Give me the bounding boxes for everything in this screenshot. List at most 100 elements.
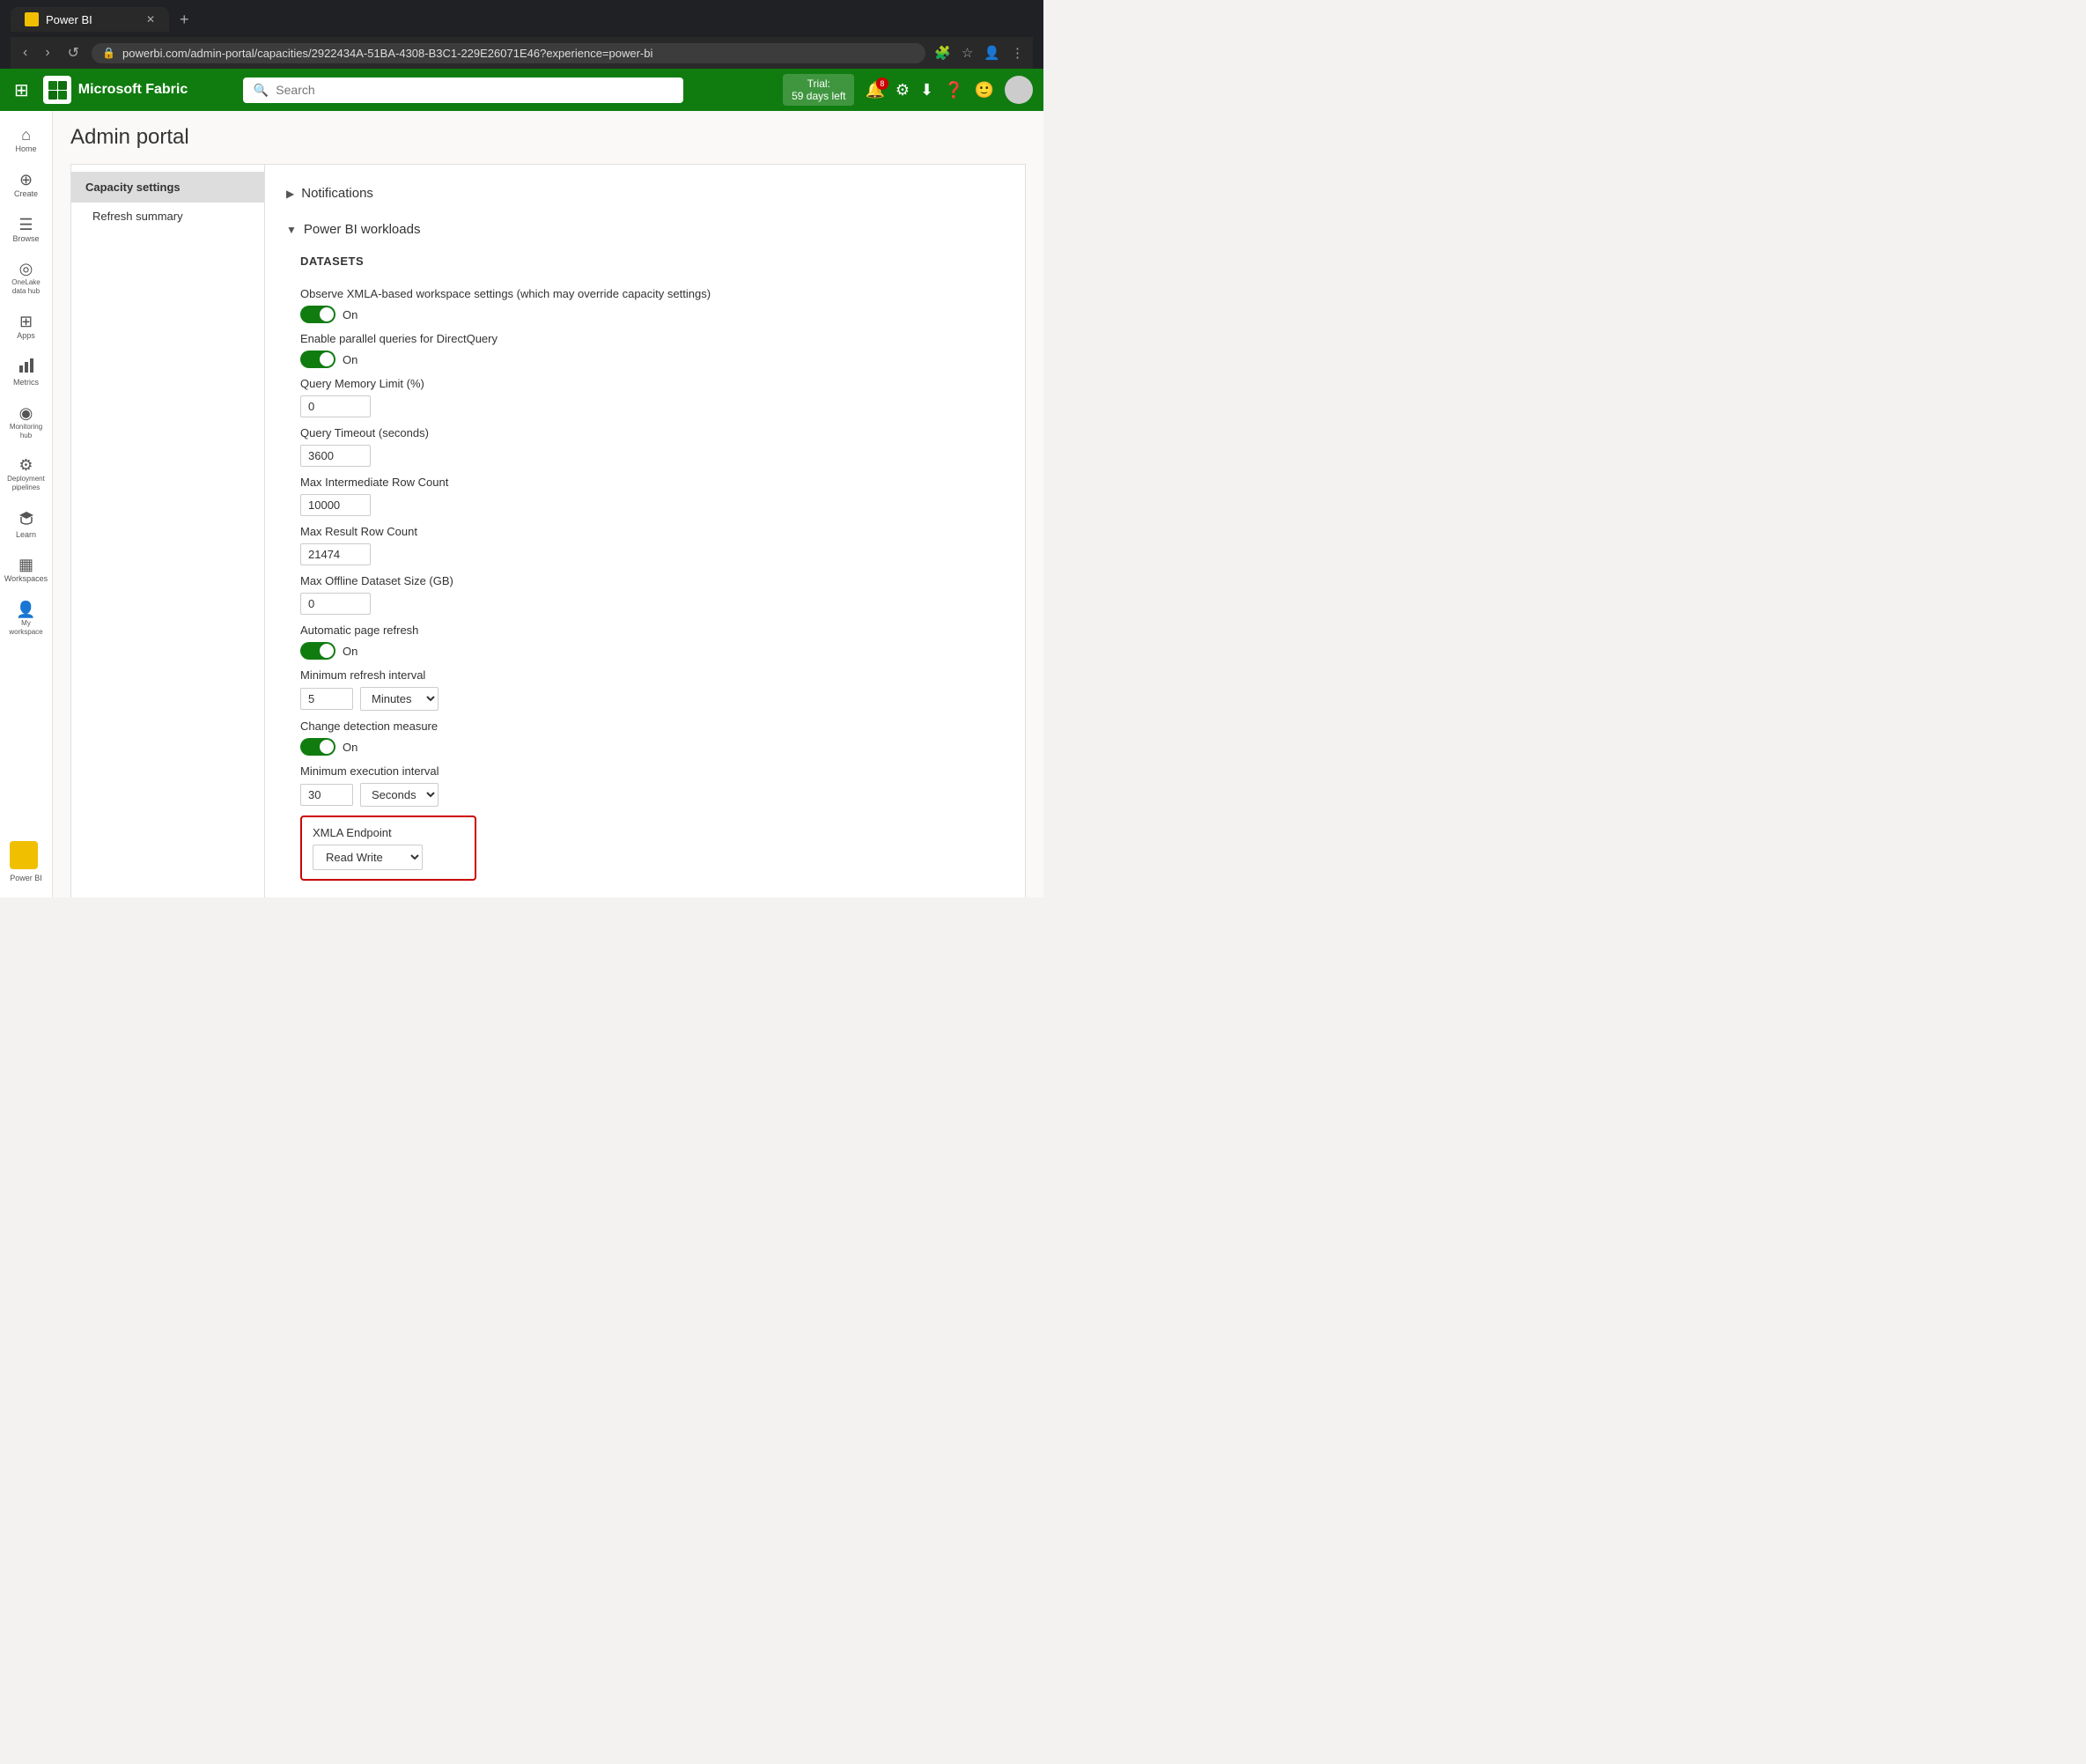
min-execution-unit-select[interactable]: Seconds Minutes [360, 783, 439, 807]
home-icon: ⌂ [21, 127, 31, 143]
workloads-arrow: ▼ [286, 224, 297, 236]
tab-favicon [25, 12, 39, 26]
app-layout: ⌂ Home ⊕ Create ☰ Browse ◎ OneLake data … [0, 111, 1043, 897]
apps-grid-icon[interactable]: ⊞ [11, 76, 33, 105]
powerbi-bottom: Power BI [6, 834, 46, 890]
sidebar-label-create: Create [14, 189, 38, 199]
settings-icon[interactable]: ⚙ [896, 81, 910, 100]
change-detection-toggle-label: On [343, 741, 357, 754]
query-timeout-label: Query Timeout (seconds) [300, 426, 990, 439]
max-result-input[interactable] [300, 543, 371, 565]
xmla-endpoint-select[interactable]: Off Read Only Read Write [313, 845, 423, 870]
user-avatar[interactable] [1005, 76, 1033, 104]
powerbi-icon[interactable] [10, 841, 38, 869]
workloads-section-header[interactable]: ▼ Power BI workloads [286, 215, 1004, 244]
refresh-button[interactable]: ↺ [63, 42, 85, 63]
extensions-icon[interactable]: 🧩 [932, 43, 953, 63]
nav-refresh-summary[interactable]: Refresh summary [71, 203, 264, 230]
close-tab-button[interactable]: ✕ [146, 13, 155, 26]
active-tab[interactable]: Power BI ✕ [11, 7, 169, 32]
download-icon[interactable]: ⬇ [920, 81, 933, 100]
paginated-reports-section: PAGINATED REPORTS Block Outbound Connect… [286, 888, 1004, 897]
forward-button[interactable]: › [40, 43, 55, 63]
datasets-section: DATASETS Observe XMLA-based workspace se… [286, 244, 1004, 888]
sidebar-item-workspaces[interactable]: ▦ Workspaces [4, 550, 49, 591]
parallel-queries-label: Enable parallel queries for DirectQuery [300, 332, 990, 345]
min-refresh-label: Minimum refresh interval [300, 668, 990, 682]
xmla-endpoint-box: XMLA Endpoint Off Read Only Read Write [300, 816, 476, 881]
address-bar[interactable]: 🔒 powerbi.com/admin-portal/capacities/29… [92, 43, 925, 63]
sidebar-label-workspaces: Workspaces [4, 574, 48, 584]
auto-page-refresh-label: Automatic page refresh [300, 624, 990, 637]
max-offline-input[interactable] [300, 593, 371, 615]
metrics-icon [18, 358, 34, 376]
sidebar-item-onelake[interactable]: ◎ OneLake data hub [4, 254, 49, 302]
admin-panel: Admin portal Capacity settings Refresh s… [53, 111, 1043, 897]
sidebar-label-powerbi: Power BI [10, 874, 42, 882]
search-input[interactable] [276, 83, 673, 97]
sidebar-item-apps[interactable]: ⊞ Apps [4, 306, 49, 348]
sidebar-item-browse[interactable]: ☰ Browse [4, 210, 49, 251]
datasets-header: DATASETS [286, 244, 1004, 275]
create-icon: ⊕ [19, 172, 33, 188]
sidebar-label-onelake: OneLake data hub [7, 278, 46, 295]
min-refresh-input[interactable] [300, 688, 353, 710]
parallel-queries-toggle[interactable] [300, 351, 335, 368]
change-detection-label: Change detection measure [300, 720, 990, 733]
max-intermediate-input[interactable] [300, 494, 371, 516]
xmla-workspace-label: Observe XMLA-based workspace settings (w… [300, 287, 990, 300]
help-icon[interactable]: ❓ [944, 81, 963, 100]
myworkspace-icon: 👤 [16, 602, 35, 617]
lock-icon: 🔒 [102, 47, 115, 59]
workloads-section: ▼ Power BI workloads DATASETS Observe XM… [286, 215, 1004, 897]
page-title: Admin portal [70, 125, 1026, 150]
browse-icon: ☰ [18, 217, 33, 232]
back-button[interactable]: ‹ [18, 43, 33, 63]
sidebar-item-metrics[interactable]: Metrics [4, 351, 49, 395]
smiley-icon[interactable]: 🙂 [975, 81, 994, 100]
max-offline-label: Max Offline Dataset Size (GB) [300, 574, 990, 587]
min-execution-input[interactable] [300, 784, 353, 806]
new-tab-button[interactable]: + [173, 11, 196, 29]
fabric-topbar: ⊞ Microsoft Fabric 🔍 Trial: 59 days left… [0, 69, 1043, 111]
sidebar: ⌂ Home ⊕ Create ☰ Browse ◎ OneLake data … [0, 111, 53, 897]
sidebar-item-home[interactable]: ⌂ Home [4, 120, 49, 161]
sidebar-item-myworkspace[interactable]: 👤 My workspace [4, 594, 49, 643]
fabric-logo[interactable]: Microsoft Fabric [43, 76, 188, 104]
query-timeout-input[interactable] [300, 445, 371, 467]
min-refresh-unit-select[interactable]: Minutes Seconds Hours [360, 687, 439, 711]
admin-body: Capacity settings Refresh summary ▶ Noti… [70, 164, 1026, 897]
notifications-title: Notifications [301, 186, 373, 201]
trial-badge: Trial: 59 days left [783, 74, 854, 106]
query-memory-input[interactable] [300, 395, 371, 417]
workloads-title: Power BI workloads [304, 222, 421, 237]
sidebar-item-learn[interactable]: Learn [4, 503, 49, 547]
browser-toolbar-actions: 🧩 ☆ 👤 ⋮ [932, 43, 1026, 63]
menu-icon[interactable]: ⋮ [1009, 43, 1026, 63]
auto-page-refresh-toggle-label: On [343, 645, 357, 658]
browser-chrome: Power BI ✕ + ‹ › ↺ 🔒 powerbi.com/admin-p… [0, 0, 1043, 69]
bookmark-icon[interactable]: ☆ [960, 43, 975, 63]
sidebar-label-deployment: Deployment pipelines [7, 475, 46, 491]
notification-bell[interactable]: 🔔 8 [865, 81, 884, 100]
sidebar-item-monitoring[interactable]: ◉ Monitoring hub [4, 398, 49, 447]
content-area: ▶ Notifications ▼ Power BI workloads DAT… [265, 165, 1025, 897]
datasets-settings: Observe XMLA-based workspace settings (w… [286, 275, 1004, 888]
sidebar-label-browse: Browse [12, 234, 39, 244]
url-text: powerbi.com/admin-portal/capacities/2922… [122, 47, 652, 60]
change-detection-toggle[interactable] [300, 738, 335, 756]
search-bar[interactable]: 🔍 [243, 77, 683, 103]
change-detection-toggle-row: On [300, 738, 990, 756]
xmla-workspace-toggle-row: On [300, 306, 990, 323]
fabric-logo-icon [43, 76, 71, 104]
sidebar-item-deployment[interactable]: ⚙ Deployment pipelines [4, 450, 49, 498]
query-memory-label: Query Memory Limit (%) [300, 377, 990, 390]
profile-icon[interactable]: 👤 [982, 43, 1002, 63]
auto-page-refresh-toggle[interactable] [300, 642, 335, 660]
parallel-queries-toggle-label: On [343, 353, 357, 366]
xmla-workspace-toggle[interactable] [300, 306, 335, 323]
sidebar-item-create[interactable]: ⊕ Create [4, 165, 49, 206]
nav-capacity-settings[interactable]: Capacity settings [71, 172, 264, 203]
paginated-reports-header: PAGINATED REPORTS [286, 888, 1004, 897]
notifications-section-header[interactable]: ▶ Notifications [286, 179, 1004, 208]
